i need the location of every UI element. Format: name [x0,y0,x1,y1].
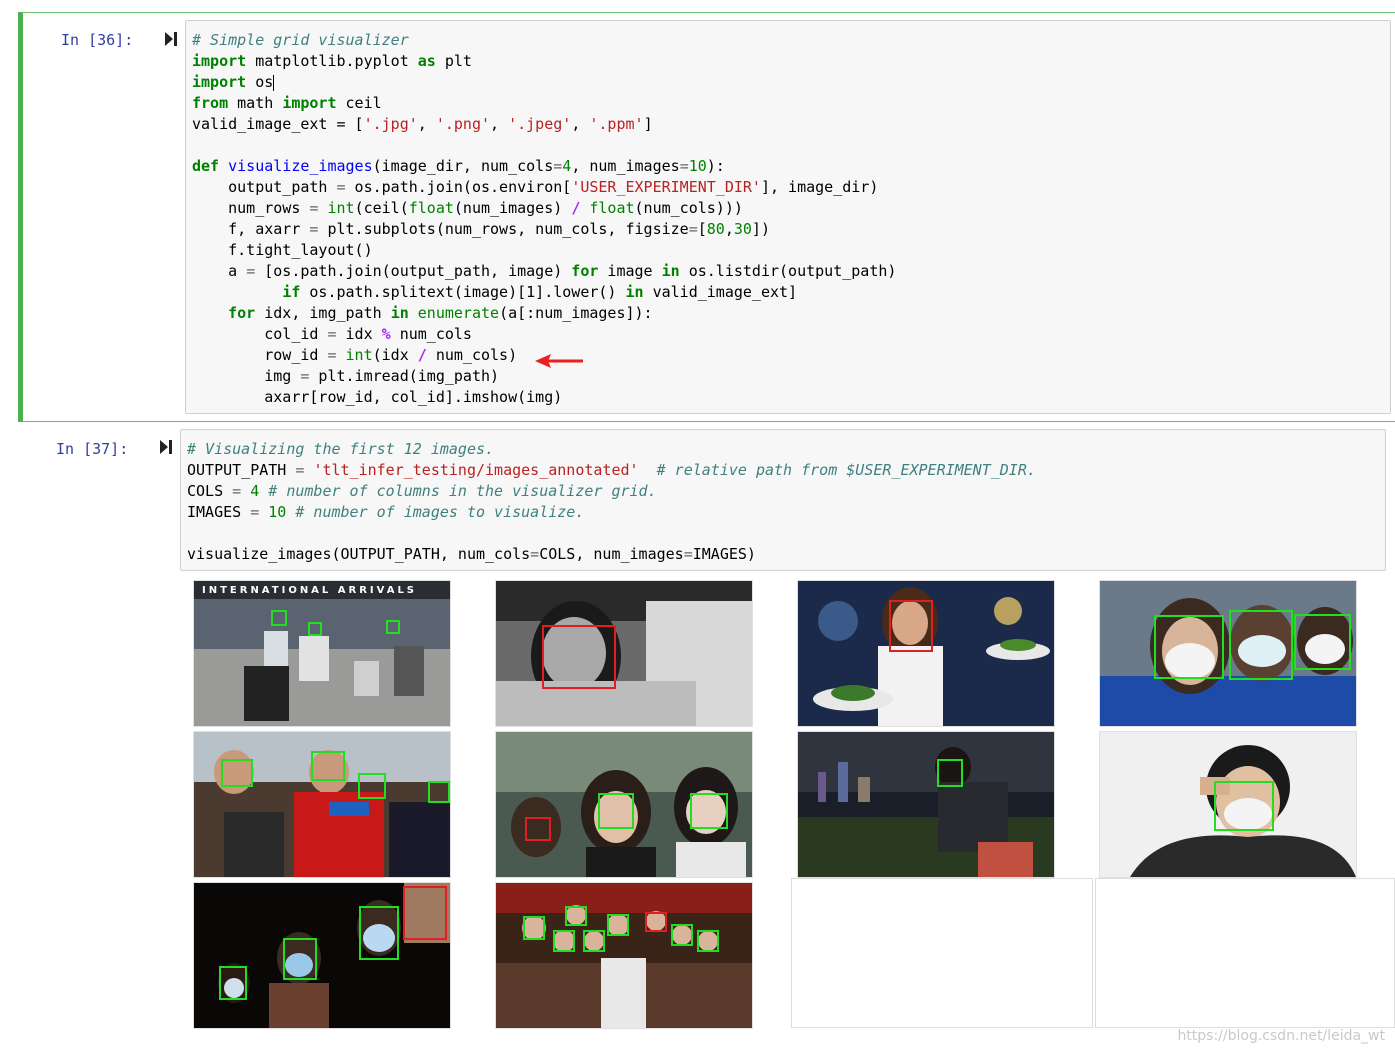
code-text: # Visualizing the first 12 images. OUTPU… [187,440,1036,563]
output-image-man-mask [1099,731,1357,878]
output-image-bw-man [495,580,753,727]
code-cell-1[interactable]: In [36]: # Simple grid visualizer import… [18,12,1395,422]
output-image-press [193,731,451,878]
banner-text: INTERNATIONAL ARRIVALS [202,585,417,596]
red-arrow-annotation [535,354,583,368]
cell-prompt: In [36]: [61,31,134,49]
cell-output-image-grid: INTERNATIONAL ARRIVALS [193,578,1395,1048]
text-cursor [273,74,275,91]
cell-prompt: In [37]: [56,440,129,458]
code-cell-2[interactable]: In [37]: # Visualizing the first 12 imag… [18,428,1395,1048]
empty-subplot [1095,878,1395,1028]
output-image-night-crowd [193,882,451,1029]
output-image-airport: INTERNATIONAL ARRIVALS [193,580,451,727]
code-editor[interactable]: # Simple grid visualizer import matplotl… [185,20,1391,414]
empty-subplot [791,878,1093,1028]
output-image-masks-group [1099,580,1357,727]
output-image-city-night [797,731,1055,878]
code-editor[interactable]: # Visualizing the first 12 images. OUTPU… [180,429,1386,571]
run-cell-icon[interactable] [165,32,177,46]
output-image-waitress [797,580,1055,727]
code-text: # Simple grid visualizer import matplotl… [192,31,897,406]
output-image-girls-masks [495,731,753,878]
watermark-text: https://blog.csdn.net/leida_wt [1177,1028,1385,1044]
output-image-crowd [495,882,753,1029]
run-cell-icon[interactable] [160,440,172,454]
